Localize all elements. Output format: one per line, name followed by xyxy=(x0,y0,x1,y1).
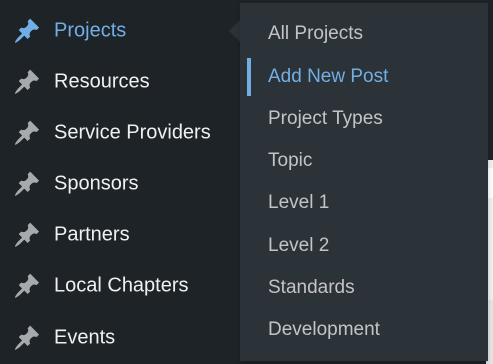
submenu-item-label: Level 1 xyxy=(268,192,330,213)
menu-item-sponsors[interactable]: Sponsors xyxy=(0,162,240,206)
submenu-item-label: All Projects xyxy=(268,23,364,44)
menu-item-projects[interactable]: Projects xyxy=(0,9,240,53)
submenu-item-label: Add New Post xyxy=(268,66,389,87)
submenu-item-topic[interactable]: Topic xyxy=(240,140,488,182)
pin-icon xyxy=(14,18,40,43)
admin-screen: Projects Resources Service Providers Spo… xyxy=(0,0,493,364)
pin-icon xyxy=(14,171,40,196)
submenu-item-project-types[interactable]: Project Types xyxy=(240,98,488,140)
submenu-item-development[interactable]: Development xyxy=(240,309,488,351)
menu-item-events[interactable]: Events xyxy=(0,316,240,360)
menu-item-partners[interactable]: Partners xyxy=(0,213,240,257)
submenu-item-all-projects[interactable]: All Projects xyxy=(240,13,488,55)
submenu-item-standards[interactable]: Standards xyxy=(240,267,488,309)
submenu-item-level-1[interactable]: Level 1 xyxy=(240,182,488,224)
menu-item-local-chapters[interactable]: Local Chapters xyxy=(0,264,240,308)
submenu-item-label: Development xyxy=(268,319,380,340)
menu-item-label: Partners xyxy=(54,223,130,246)
pin-icon xyxy=(14,325,40,350)
submenu-item-add-new-post[interactable]: Add New Post xyxy=(240,56,488,98)
pin-icon xyxy=(14,69,40,94)
pin-icon xyxy=(14,222,40,247)
menu-item-label: Events xyxy=(54,326,116,349)
submenu-item-label: Topic xyxy=(268,150,313,171)
menu-item-label: Sponsors xyxy=(54,172,139,195)
admin-sidebar-menu: Projects Resources Service Providers Spo… xyxy=(0,0,240,364)
menu-item-label: Resources xyxy=(54,70,150,93)
menu-item-label: Projects xyxy=(54,19,127,42)
submenu-pointer xyxy=(229,20,240,42)
submenu-item-label: Level 2 xyxy=(268,235,330,256)
active-indicator xyxy=(247,58,251,96)
submenu-item-label: Project Types xyxy=(268,108,383,129)
pin-icon xyxy=(14,273,40,298)
projects-flyout-submenu: All Projects Add New Post Project Types … xyxy=(240,3,488,361)
submenu-item-level-2[interactable]: Level 2 xyxy=(240,225,488,267)
submenu-item-label: Standards xyxy=(268,277,355,298)
pin-icon xyxy=(14,120,40,145)
menu-item-resources[interactable]: Resources xyxy=(0,60,240,104)
menu-item-service-providers[interactable]: Service Providers xyxy=(0,111,240,155)
menu-item-label: Local Chapters xyxy=(54,274,189,297)
menu-item-label: Service Providers xyxy=(54,121,211,144)
